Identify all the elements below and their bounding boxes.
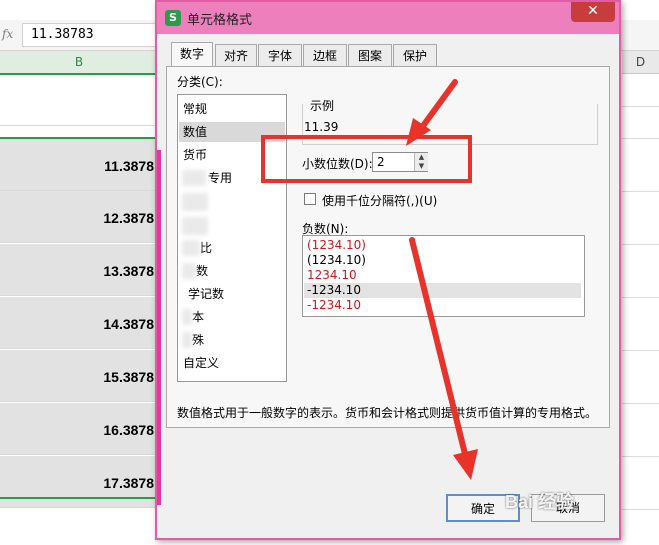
arrow-icon [406, 79, 458, 146]
annotation-arrows [406, 79, 478, 480]
arrow-icon [409, 237, 478, 480]
watermark: Bai 经验 [505, 492, 575, 512]
